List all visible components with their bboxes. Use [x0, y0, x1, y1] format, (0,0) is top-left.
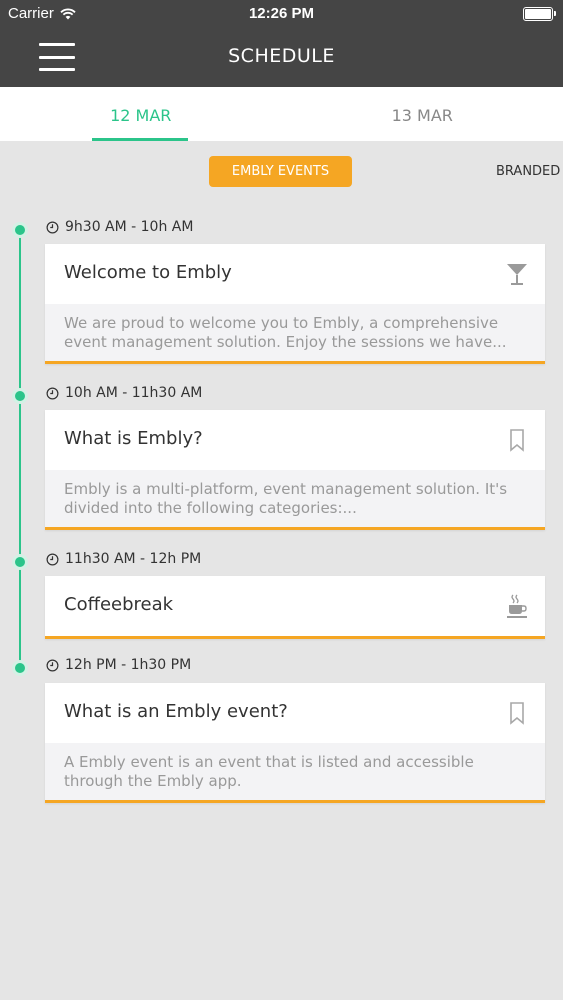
- status-time: 12:26 PM: [248, 5, 315, 22]
- timeline-line: [19, 230, 21, 668]
- session-title: Welcome to Embly: [64, 262, 232, 283]
- clock-icon: [46, 387, 59, 399]
- status-bar: Carrier 12:26 PM: [0, 0, 563, 28]
- session-title: What is Embly?: [64, 428, 203, 449]
- timeline-dot: [12, 554, 28, 570]
- session-description: Embly is a multi-platform, event managem…: [45, 470, 545, 527]
- hamburger-icon-bar: [39, 68, 75, 71]
- session-card[interactable]: Coffeebreak: [45, 576, 545, 639]
- timeline-dot: [12, 660, 28, 676]
- menu-button[interactable]: [36, 41, 78, 73]
- session-time-text: 12h PM - 1h30 PM: [65, 657, 192, 673]
- session-time-text: 10h AM - 11h30 AM: [65, 385, 203, 401]
- tab-12-mar[interactable]: 12 MAR: [0, 87, 282, 141]
- session-time-text: 9h30 AM - 10h AM: [65, 219, 194, 235]
- hamburger-icon: [39, 43, 75, 46]
- clock-icon: [46, 221, 59, 233]
- category-filter: EMBLY EVENTS BRANDED: [0, 156, 563, 188]
- timeline-dot: [12, 222, 28, 238]
- nav-bar: SCHEDULE: [0, 28, 563, 87]
- session-card[interactable]: What is Embly? Embly is a multi-platform…: [45, 410, 545, 530]
- session-time: 10h AM - 11h30 AM: [46, 385, 202, 401]
- category-chip-embly-events[interactable]: EMBLY EVENTS: [209, 156, 352, 187]
- timeline-dot: [12, 388, 28, 404]
- session-time: 9h30 AM - 10h AM: [46, 219, 193, 235]
- coffee-icon: [507, 594, 527, 618]
- category-chip-branded[interactable]: BRANDED: [496, 156, 560, 187]
- bookmark-icon[interactable]: [505, 427, 529, 453]
- session-time-text: 11h30 AM - 12h PM: [65, 551, 202, 567]
- session-card[interactable]: What is an Embly event? A Embly event is…: [45, 683, 545, 803]
- tab-13-mar[interactable]: 13 MAR: [282, 87, 563, 141]
- session-title: What is an Embly event?: [64, 701, 288, 722]
- session-card[interactable]: Welcome to Embly We are proud to welcome…: [45, 244, 545, 364]
- session-description: A Embly event is an event that is listed…: [45, 743, 545, 800]
- date-tabs: 12 MAR 13 MAR: [0, 87, 563, 141]
- bookmark-icon[interactable]: [505, 700, 529, 726]
- session-title: Coffeebreak: [64, 594, 174, 615]
- clock-icon: [46, 553, 59, 565]
- session-time: 11h30 AM - 12h PM: [46, 551, 201, 567]
- session-time: 12h PM - 1h30 PM: [46, 657, 191, 673]
- page-title: SCHEDULE: [228, 45, 335, 67]
- cocktail-icon: [507, 264, 527, 285]
- clock-icon: [46, 659, 59, 671]
- battery-icon: [523, 7, 556, 21]
- session-description: We are proud to welcome you to Embly, a …: [45, 304, 545, 361]
- hamburger-icon-bar: [39, 55, 75, 59]
